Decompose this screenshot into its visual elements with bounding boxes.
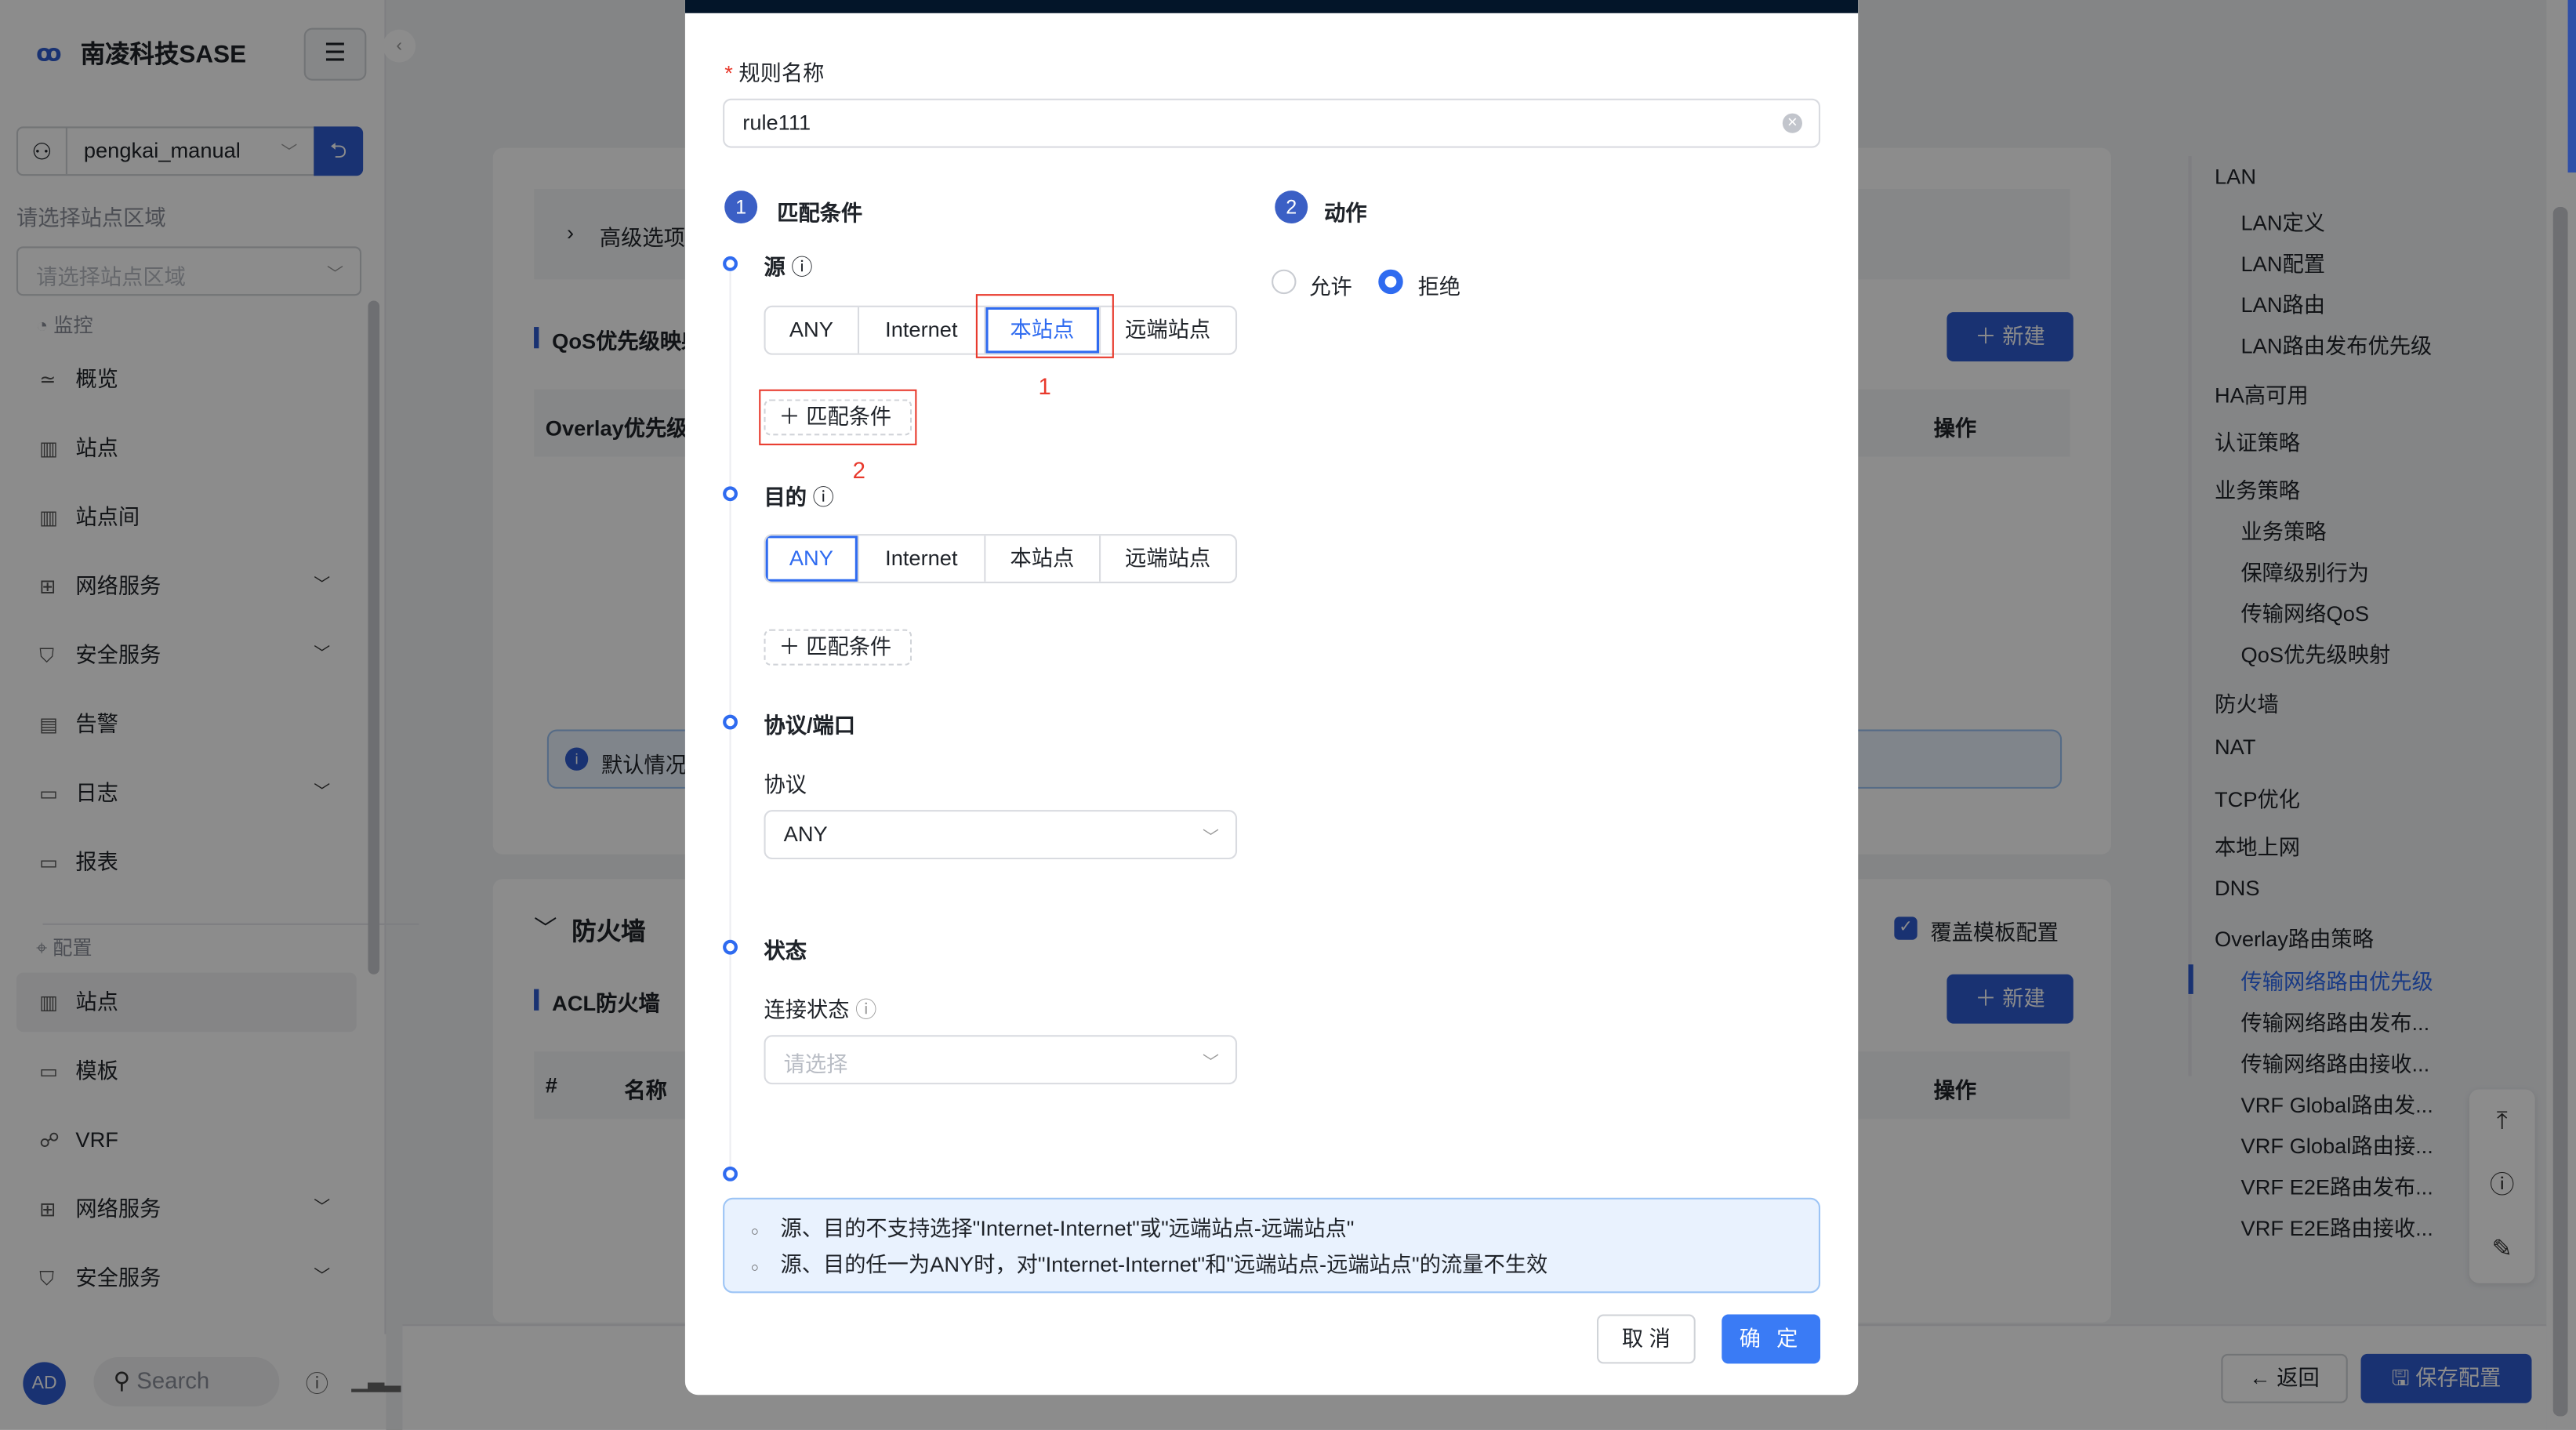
action-title: 动作 bbox=[1324, 200, 1367, 226]
notice-item: ○ 源、目的不支持选择"Internet-Internet"或"远端站点-远端站点… bbox=[751, 1213, 1819, 1249]
button-label: 匹配条件 bbox=[806, 633, 892, 659]
timeline-dot bbox=[723, 714, 738, 730]
label-text: 目的 bbox=[764, 485, 807, 510]
dest-option-local-site[interactable]: 本站点 bbox=[986, 535, 1101, 582]
deny-label: 拒绝 bbox=[1417, 274, 1461, 299]
protocol-select[interactable]: ANY ﹀ bbox=[764, 810, 1238, 860]
input-value: rule111 bbox=[742, 110, 811, 135]
timeline-dot bbox=[723, 486, 738, 502]
notice-text: 源、目的任一为ANY时，对"Internet-Internet"和"远端站点-远… bbox=[780, 1251, 1548, 1277]
timeline-dot bbox=[723, 939, 738, 955]
step-2-badge: 2 bbox=[1275, 191, 1308, 224]
source-option-remote-site[interactable]: 远端站点 bbox=[1100, 307, 1235, 354]
protocol-label: 协议 bbox=[764, 771, 807, 797]
protocol-port-title: 协议/端口 bbox=[764, 713, 856, 738]
allow-radio[interactable] bbox=[1272, 269, 1297, 295]
conn-state-select[interactable]: 请选择 ﹀ bbox=[764, 1035, 1238, 1085]
screen: ꝏ 南凌科技SASE ☰ ⚇ pengkai_manual ﹀ ⮌ 请选择站点区… bbox=[0, 0, 2576, 1430]
label-text: 规则名称 bbox=[738, 60, 825, 85]
select-value: ANY bbox=[783, 821, 828, 847]
notice-text: 源、目的不支持选择"Internet-Internet"或"远端站点-远端站点" bbox=[780, 1215, 1355, 1241]
source-label: 源 ⓘ bbox=[764, 250, 813, 281]
source-option-internet[interactable]: Internet bbox=[858, 307, 986, 354]
notice-box: ○ 源、目的不支持选择"Internet-Internet"或"远端站点-远端站点… bbox=[723, 1197, 1821, 1294]
question-icon[interactable]: ⓘ bbox=[855, 997, 876, 1022]
label-text: 连接状态 bbox=[764, 997, 850, 1022]
rule-name-input[interactable]: rule111 ✕ bbox=[723, 98, 1821, 148]
dest-option-internet[interactable]: Internet bbox=[858, 535, 986, 582]
timeline-dot bbox=[723, 256, 738, 271]
conn-state-label: 连接状态 ⓘ bbox=[764, 993, 877, 1024]
timeline-dot bbox=[723, 1166, 738, 1181]
step-1-badge: 1 bbox=[724, 191, 758, 224]
info-icon[interactable]: ⓘ bbox=[791, 255, 812, 279]
confirm-button[interactable]: 确 定 bbox=[1722, 1314, 1821, 1364]
label-text: 源 bbox=[764, 254, 785, 280]
annotation-box-1 bbox=[975, 294, 1114, 358]
annotation-box-2 bbox=[759, 389, 917, 445]
source-option-any[interactable]: ANY bbox=[766, 307, 859, 354]
scroll-indicator bbox=[2567, 0, 2576, 173]
deny-radio[interactable] bbox=[1378, 269, 1403, 295]
match-conditions-title: 匹配条件 bbox=[777, 200, 863, 226]
modal-header bbox=[684, 0, 1859, 13]
rule-name-label: * 规则名称 bbox=[724, 60, 825, 85]
status-title: 状态 bbox=[764, 938, 807, 964]
destination-label: 目的 ⓘ bbox=[764, 480, 834, 511]
info-icon[interactable]: ⓘ bbox=[813, 485, 834, 509]
destination-segmented: ANY Internet 本站点 远端站点 bbox=[764, 534, 1238, 583]
rule-modal: * 规则名称 rule111 ✕ 1 匹配条件 2 动作 源 ⓘ ANY Inte… bbox=[684, 0, 1859, 1396]
notice-item: ○ 源、目的任一为ANY时，对"Internet-Internet"和"远端站点-… bbox=[751, 1249, 1819, 1285]
bullet-icon: ○ bbox=[750, 1260, 759, 1276]
select-placeholder: 请选择 bbox=[783, 1051, 848, 1076]
annotation-number-1: 1 bbox=[1038, 372, 1051, 400]
add-dest-condition-button[interactable]: ＋ 匹配条件 bbox=[764, 629, 912, 666]
chevron-down-icon: ﹀ bbox=[1203, 1054, 1220, 1073]
bullet-icon: ○ bbox=[750, 1224, 759, 1239]
chevron-down-icon: ﹀ bbox=[1203, 829, 1220, 848]
allow-label: 允许 bbox=[1309, 274, 1352, 299]
dest-option-any[interactable]: ANY bbox=[766, 535, 859, 582]
annotation-number-2: 2 bbox=[852, 456, 866, 484]
clear-icon[interactable]: ✕ bbox=[1782, 113, 1802, 133]
cancel-button[interactable]: 取 消 bbox=[1597, 1314, 1696, 1364]
dest-option-remote-site[interactable]: 远端站点 bbox=[1100, 535, 1235, 582]
